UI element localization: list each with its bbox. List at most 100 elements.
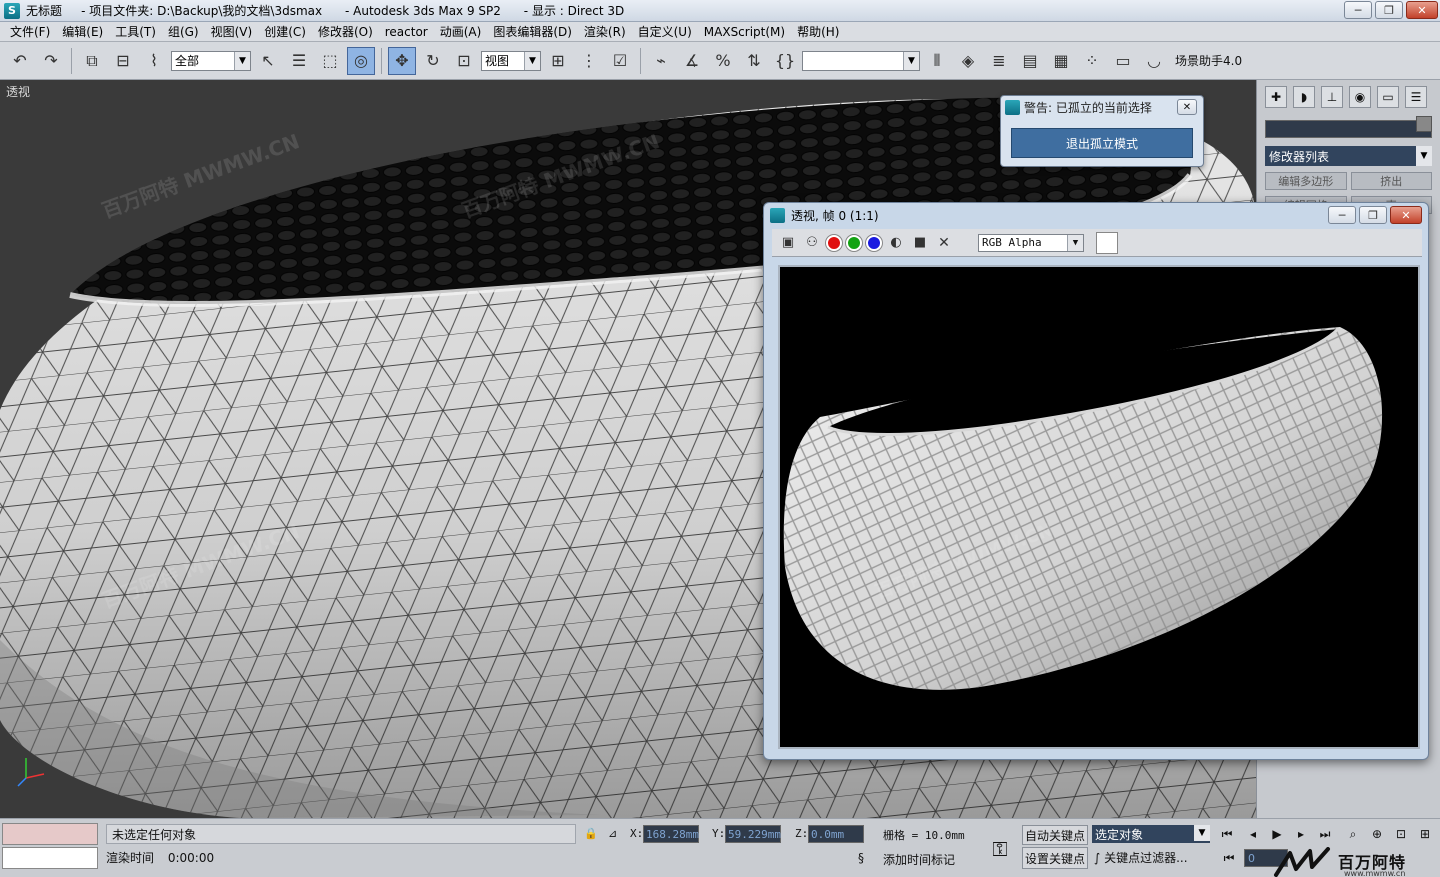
menu-tools[interactable]: 工具(T) xyxy=(109,23,162,40)
select-by-name-icon[interactable]: ☰ xyxy=(285,47,313,75)
reference-coord-dropdown[interactable]: 视图 ▼ xyxy=(481,50,541,71)
zoom-extents-all-icon[interactable]: ⊞ xyxy=(1414,825,1436,843)
motion-tab-icon[interactable]: ◉ xyxy=(1349,86,1371,108)
clone-icon[interactable]: ⚇ xyxy=(802,233,822,253)
z-coordinate-field[interactable]: 0.0mm xyxy=(808,825,864,843)
absolute-mode-icon[interactable]: ⊿ xyxy=(608,827,617,840)
key-mode-dropdown[interactable]: 选定对象 ▼ xyxy=(1092,825,1210,843)
viewport-label[interactable]: 透视 xyxy=(6,83,30,100)
link-icon[interactable]: ⧉ xyxy=(78,47,106,75)
create-tab-icon[interactable]: ✚ xyxy=(1265,86,1287,108)
alpha-channel-icon[interactable]: ◐ xyxy=(886,233,906,253)
unlink-icon[interactable]: ⊟ xyxy=(109,47,137,75)
modify-tab-icon[interactable]: ◗ xyxy=(1293,86,1315,108)
bind-space-warp-icon[interactable]: ⌇ xyxy=(140,47,168,75)
add-time-tag-button[interactable]: 添加时间标记 xyxy=(883,851,955,868)
x-coordinate-field[interactable]: 168.28mm xyxy=(643,825,699,843)
edit-poly-button[interactable]: 编辑多边形 xyxy=(1265,172,1347,190)
next-frame-icon[interactable]: ▸ xyxy=(1290,825,1312,843)
menu-views[interactable]: 视图(V) xyxy=(205,23,259,40)
mirror-icon[interactable]: ⫴ xyxy=(923,47,951,75)
select-object-icon[interactable]: ↖ xyxy=(254,47,282,75)
go-to-end-icon[interactable]: ⏭ xyxy=(1314,825,1336,843)
play-icon[interactable]: ▶ xyxy=(1266,825,1288,843)
object-color-swatch[interactable] xyxy=(1416,116,1432,132)
object-name-field[interactable] xyxy=(1265,120,1432,138)
curve-editor-icon[interactable]: ▤ xyxy=(1016,47,1044,75)
pivot-center-icon[interactable]: ⊞ xyxy=(544,47,572,75)
set-key-button[interactable]: 设置关键点 xyxy=(1022,847,1088,869)
scene-helper-label[interactable]: 场景助手4.0 xyxy=(1175,52,1242,69)
extrude-button[interactable]: 挤出 xyxy=(1350,172,1432,190)
undo-icon[interactable]: ↶ xyxy=(6,47,34,75)
quick-render-icon[interactable]: ◡ xyxy=(1140,47,1168,75)
menu-group[interactable]: 组(G) xyxy=(162,23,205,40)
hierarchy-tab-icon[interactable]: ⊥ xyxy=(1321,86,1343,108)
zoom-all-icon[interactable]: ⊕ xyxy=(1366,825,1388,843)
auto-key-button[interactable]: 自动关键点 xyxy=(1022,825,1088,845)
render-scene-icon[interactable]: ▭ xyxy=(1109,47,1137,75)
red-channel-toggle[interactable] xyxy=(826,234,842,251)
menu-modifiers[interactable]: 修改器(O) xyxy=(312,23,379,40)
menu-file[interactable]: 文件(F) xyxy=(4,23,56,40)
window-crossing-icon[interactable]: ◎ xyxy=(347,46,375,75)
display-tab-icon[interactable]: ▭ xyxy=(1377,86,1399,108)
percent-snap-icon[interactable]: % xyxy=(709,47,737,75)
layer-manager-icon[interactable]: ≣ xyxy=(985,47,1013,75)
spinner-snap-icon[interactable]: ⇅ xyxy=(740,47,768,75)
max-script-listener-pink[interactable] xyxy=(2,823,98,845)
restore-button[interactable]: ❐ xyxy=(1359,206,1387,224)
go-to-start-icon[interactable]: ⏮ xyxy=(1216,825,1238,843)
select-manipulate-icon[interactable]: ⋮ xyxy=(575,47,603,75)
menu-create[interactable]: 创建(C) xyxy=(258,23,312,40)
selection-filter-dropdown[interactable]: 全部 ▼ xyxy=(171,50,251,71)
close-button[interactable]: ✕ xyxy=(1406,1,1438,19)
modifier-list-dropdown[interactable]: 修改器列表 ▼ xyxy=(1265,146,1432,166)
warning-title-bar[interactable]: 警告: 已孤立的当前选择 xyxy=(1001,96,1203,118)
time-tag-icon[interactable]: § xyxy=(858,851,864,865)
key-icon[interactable]: ⚿ xyxy=(982,829,1018,869)
warning-close-button[interactable]: ✕ xyxy=(1177,99,1197,115)
restore-button[interactable]: ❐ xyxy=(1375,1,1403,19)
select-rotate-icon[interactable]: ↻ xyxy=(419,47,447,75)
named-selection-icon[interactable]: {} xyxy=(771,47,799,75)
previous-frame-icon[interactable]: ◂ xyxy=(1242,825,1264,843)
y-coordinate-field[interactable]: 59.229mm xyxy=(725,825,781,843)
close-button[interactable]: ✕ xyxy=(1390,206,1422,224)
save-icon[interactable]: ▣ xyxy=(778,233,798,253)
menu-maxscript[interactable]: MAXScript(M) xyxy=(698,25,791,39)
minimize-button[interactable]: ─ xyxy=(1344,1,1372,19)
rectangular-selection-icon[interactable]: ⬚ xyxy=(316,47,344,75)
menu-help[interactable]: 帮助(H) xyxy=(791,23,845,40)
color-swatch[interactable] xyxy=(1096,231,1118,254)
menu-graph-editors[interactable]: 图表编辑器(D) xyxy=(487,23,578,40)
schematic-view-icon[interactable]: ▦ xyxy=(1047,47,1075,75)
redo-icon[interactable]: ↷ xyxy=(37,47,65,75)
channel-dropdown[interactable]: RGB Alpha ▼ xyxy=(978,233,1084,252)
menu-edit[interactable]: 编辑(E) xyxy=(56,23,109,40)
menu-reactor[interactable]: reactor xyxy=(379,25,434,39)
align-icon[interactable]: ◈ xyxy=(954,47,982,75)
monochrome-icon[interactable]: ■ xyxy=(910,233,930,253)
green-channel-toggle[interactable] xyxy=(846,234,862,251)
clear-icon[interactable]: ✕ xyxy=(934,233,954,253)
select-move-icon[interactable]: ✥ xyxy=(388,46,416,75)
keyboard-shortcut-icon[interactable]: ☑ xyxy=(606,47,634,75)
app-icon[interactable]: S xyxy=(4,2,20,19)
snaps-toggle-icon[interactable]: ⌁ xyxy=(647,47,675,75)
material-editor-icon[interactable]: ⁘ xyxy=(1078,47,1106,75)
max-script-listener-white[interactable] xyxy=(2,847,98,869)
blue-channel-toggle[interactable] xyxy=(866,234,882,251)
minimize-button[interactable]: ─ xyxy=(1328,206,1356,224)
exit-isolation-button[interactable]: 退出孤立模式 xyxy=(1011,128,1193,158)
angle-snap-icon[interactable]: ∡ xyxy=(678,47,706,75)
lock-icon[interactable]: 🔒 xyxy=(584,827,598,840)
menu-customize[interactable]: 自定义(U) xyxy=(632,23,698,40)
key-filters-button[interactable]: ∫ 关键点过滤器... xyxy=(1094,849,1188,866)
utilities-tab-icon[interactable]: ☰ xyxy=(1405,86,1427,108)
menu-animation[interactable]: 动画(A) xyxy=(434,23,488,40)
named-selection-dropdown[interactable]: ▼ xyxy=(802,50,920,71)
menu-rendering[interactable]: 渲染(R) xyxy=(578,23,632,40)
key-mode-toggle-icon[interactable]: ⏮ xyxy=(1218,849,1240,867)
zoom-extents-icon[interactable]: ⊡ xyxy=(1390,825,1412,843)
